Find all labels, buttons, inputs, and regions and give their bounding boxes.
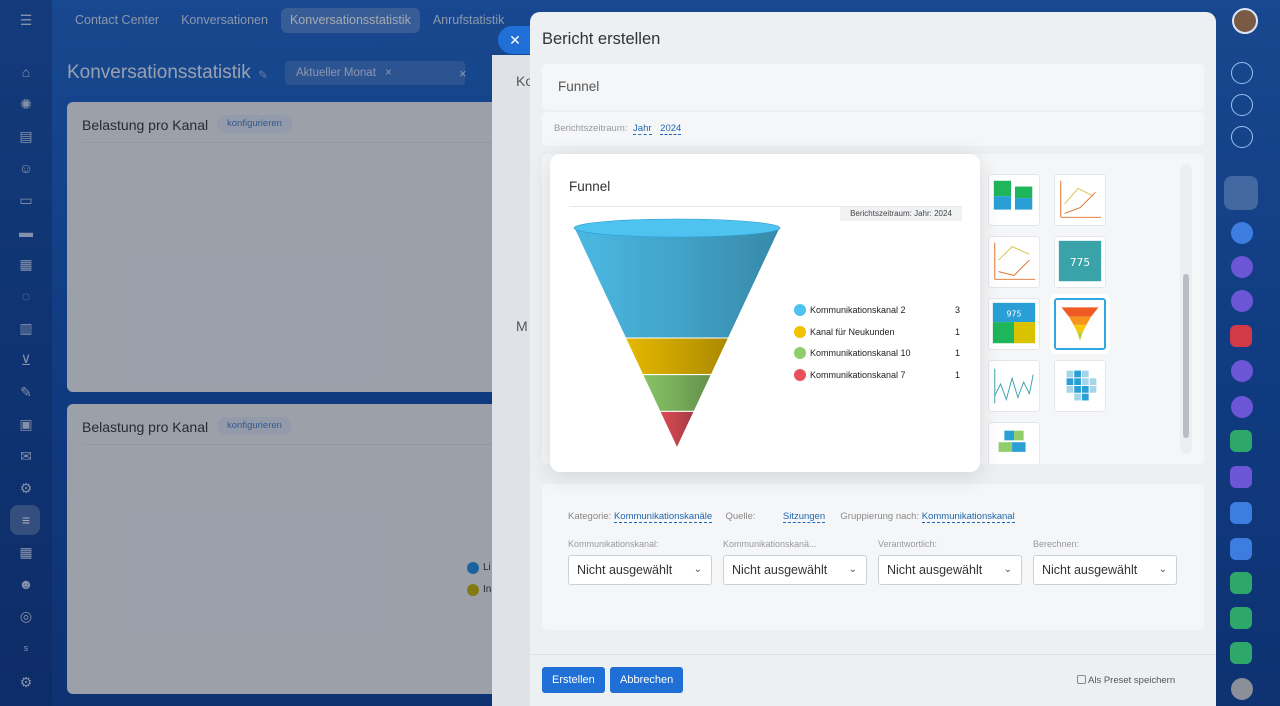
chart-thumb-wave[interactable] <box>988 360 1040 412</box>
funnel-segment <box>624 337 730 376</box>
calculate-select[interactable]: Nicht ausgewählt ⌄ <box>1033 555 1177 585</box>
funnel-segment <box>659 410 695 450</box>
cancel-button[interactable]: Abbrechen <box>610 667 684 693</box>
lock-icon[interactable] <box>1230 430 1252 452</box>
panel-letter: M <box>516 318 528 334</box>
user-avatar-small[interactable] <box>1231 678 1253 700</box>
background-panel: Ko M <box>492 55 533 706</box>
source-link[interactable]: Sitzungen <box>782 511 826 523</box>
report-name-field[interactable]: Funnel <box>542 64 1204 110</box>
check-icon[interactable] <box>1230 572 1252 594</box>
select-value: Nicht ausgewählt <box>732 563 828 577</box>
check-icon[interactable] <box>1230 325 1252 347</box>
legend-item: Kanal für Neukunden 1 <box>794 325 960 348</box>
responsible-select[interactable]: Nicht ausgewählt ⌄ <box>878 555 1022 585</box>
legend-value: 1 <box>954 326 960 337</box>
legend-item: Kommunikationskanal 10 1 <box>794 347 960 369</box>
legend-dot <box>794 368 806 381</box>
channel-secondary-select[interactable]: Nicht ausgewählt ⌄ <box>723 555 867 585</box>
legend-label: Kanal für Neukunden <box>810 326 895 337</box>
report-settings: Kategorie: Kommunikationskanäle Quelle: … <box>542 484 1204 630</box>
funnel-segment <box>641 374 713 412</box>
check-icon[interactable] <box>1230 642 1252 664</box>
gallery-scrollbar[interactable] <box>1183 274 1189 438</box>
legend-label: Kommunikationskanal 2 <box>810 305 906 315</box>
funnel-top-ellipse <box>573 218 781 238</box>
right-sidebar <box>1222 0 1280 706</box>
checkbox-icon[interactable] <box>1077 675 1086 684</box>
signal-icon[interactable] <box>1231 94 1253 116</box>
preview-title: Funnel <box>569 179 611 194</box>
chevron-down-icon: ⌄ <box>848 564 857 575</box>
chart-thumb-tiles[interactable]: 975 <box>988 298 1040 350</box>
legend-dot <box>794 347 806 359</box>
funnel-legend: Kommunikationskanal 2 3 Kanal für Neukunde… <box>794 304 960 390</box>
lock-icon[interactable] <box>1230 502 1252 524</box>
channel-icon[interactable] <box>1231 290 1253 312</box>
legend-dot <box>794 304 806 316</box>
period-label: Berichtszeitraum: <box>554 123 628 134</box>
funnel-segment <box>573 227 781 339</box>
category-link[interactable]: Kommunikationskanäle <box>613 511 713 523</box>
chart-thumb-line-2[interactable] <box>988 236 1040 288</box>
save-preset-checkbox[interactable]: Als Preset speichern <box>1077 675 1175 686</box>
period-type-link[interactable]: Jahr <box>633 123 652 135</box>
select-value: Nicht ausgewählt <box>887 563 983 577</box>
legend-label: Kommunikationskanal 7 <box>810 369 906 380</box>
chart-thumb-number[interactable]: 775 <box>1054 236 1106 288</box>
thumb-number-text: 975 <box>1007 309 1022 318</box>
thumb-number-text: 775 <box>1070 257 1090 269</box>
preview-period-badge: Berichtszeitraum: Jahr: 2024 <box>840 207 962 221</box>
search-icon[interactable] <box>1231 126 1253 148</box>
chevron-down-icon: ⌄ <box>693 564 702 575</box>
legend-item: Kommunikationskanal 2 3 <box>794 304 960 326</box>
dropdown-label: Kommunikationskanä... <box>723 539 817 549</box>
legend-value: 3 <box>954 305 960 315</box>
grouping-label: Gruppierung nach: <box>840 511 920 522</box>
chevron-down-icon: ⌄ <box>1003 564 1012 575</box>
chart-thumb-line[interactable] <box>1054 174 1106 226</box>
create-button[interactable]: Erstellen <box>542 667 605 693</box>
channel-select[interactable]: Nicht ausgewählt ⌄ <box>568 555 712 585</box>
select-value: Nicht ausgewählt <box>1042 563 1138 577</box>
chat-bubble-icon[interactable] <box>1231 222 1253 244</box>
lock-icon[interactable] <box>1230 538 1252 560</box>
period-year-link[interactable]: 2024 <box>660 123 682 135</box>
lock-icon[interactable] <box>1230 607 1252 629</box>
channel-icon[interactable] <box>1231 360 1253 382</box>
modal-title: Bericht erstellen <box>542 30 661 48</box>
channel-icon[interactable] <box>1231 256 1253 278</box>
chart-thumb-heatmap[interactable] <box>1054 360 1106 412</box>
bell-icon[interactable] <box>1231 62 1253 84</box>
select-value: Nicht ausgewählt <box>577 563 673 577</box>
channel-icon[interactable] <box>1231 396 1253 418</box>
dropdown-label: Berechnen: <box>1033 539 1080 549</box>
legend-item: Kommunikationskanal 7 1 <box>794 368 960 391</box>
legend-dot <box>794 325 806 338</box>
report-meta-row: Kategorie: Kommunikationskanäle Quelle: … <box>568 511 1015 523</box>
funnel-chart <box>573 218 781 450</box>
chart-thumb-bar[interactable] <box>988 174 1040 226</box>
chart-thumb-blocks[interactable] <box>988 422 1040 464</box>
close-slider-button[interactable]: ✕ <box>498 26 532 54</box>
category-label: Kategorie: <box>568 511 612 522</box>
report-period-row: Berichtszeitraum: Jahr 2024 <box>542 112 1204 146</box>
source-label: Quelle: <box>725 511 756 522</box>
dropdown-label: Verantwortlich: <box>878 539 938 549</box>
dropdown-label: Kommunikationskanal: <box>568 539 659 549</box>
legend-value: 1 <box>954 369 960 380</box>
preset-label: Als Preset speichern <box>1088 675 1176 686</box>
user-avatar[interactable] <box>1232 8 1258 34</box>
lock-icon[interactable] <box>1230 466 1252 488</box>
funnel-preview-popup: Funnel Berichtszeitraum: Jahr: 2024 Komm… <box>550 154 980 472</box>
legend-value: 1 <box>954 348 960 358</box>
modal-footer: Erstellen Abbrechen Als Preset speichern <box>530 654 1216 706</box>
grouping-link[interactable]: Kommunikationskanal <box>921 511 1015 523</box>
chevron-down-icon: ⌄ <box>1158 564 1167 575</box>
contact-avatar[interactable] <box>1224 176 1258 210</box>
legend-label: Kommunikationskanal 10 <box>810 348 911 358</box>
chart-thumb-funnel[interactable] <box>1050 294 1110 354</box>
